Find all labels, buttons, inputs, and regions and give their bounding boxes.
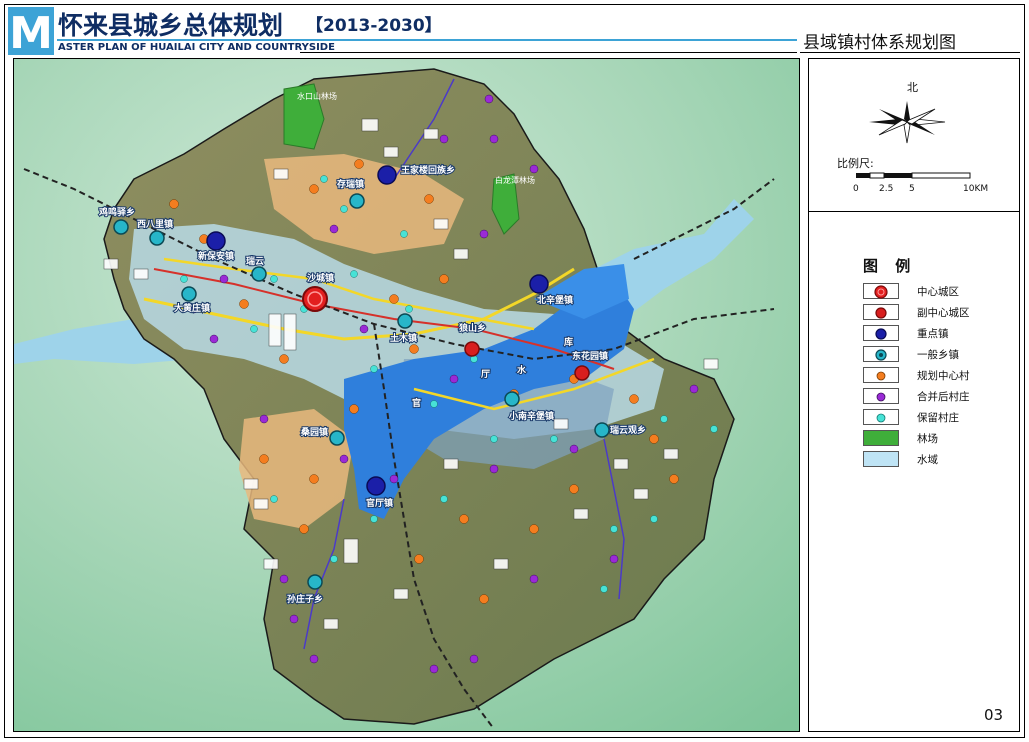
svg-text:M: M — [9, 8, 53, 55]
forest-label: 水口山林场 — [297, 91, 337, 101]
place-label: 北辛堡镇 — [537, 294, 573, 306]
town-tumu — [397, 313, 413, 329]
town-ruiyun — [251, 266, 267, 282]
place-label: 土木镇 — [390, 332, 417, 344]
legend-swatch — [863, 304, 899, 320]
scale-tick: 5 — [909, 184, 915, 194]
town-sunzhuangzi — [307, 574, 323, 590]
town-cunrui — [349, 193, 365, 209]
legend-swatch — [863, 283, 899, 299]
water-label: 水 — [517, 364, 527, 376]
legend-item-water: 水域 — [863, 451, 1013, 469]
key-town-beixinbao — [529, 274, 549, 294]
place-label: 瑞云观乡 — [610, 424, 646, 436]
town-jimingyi — [113, 219, 129, 235]
scale-tick: 0 — [853, 184, 859, 194]
key-town-xinbaoan — [206, 231, 226, 251]
central-city-marker — [302, 286, 328, 312]
town-xiaonanxinbao — [504, 391, 520, 407]
water-label: 库 — [564, 336, 573, 348]
legend-item-retained-village: 保留村庄 — [863, 409, 1013, 427]
sub-centre-langshan — [464, 341, 480, 357]
county-map: 沙城镇 新保安镇 土木镇 北辛堡镇 东花园镇 狼山乡 存瑞镇 小南辛堡镇 瑞云观… — [13, 58, 800, 732]
legend-title: 图 例 — [863, 257, 917, 275]
legend-item-planned-village: 规划中心村 — [863, 367, 1013, 385]
legend-swatch — [863, 409, 899, 425]
north-label: 北 — [907, 81, 918, 94]
legend-label: 林场 — [917, 433, 938, 445]
place-label: 官厅镇 — [366, 497, 393, 509]
legend-swatch — [863, 367, 899, 383]
legend-swatch — [863, 451, 899, 467]
water-label: 官 — [412, 397, 421, 409]
legend-item-forest: 林场 — [863, 430, 1013, 448]
map-title-years: 【2013-2030】 — [306, 16, 442, 36]
place-label: 鸡鸣驿乡 — [98, 206, 135, 218]
place-label: 沙城镇 — [307, 272, 334, 284]
legend-item-sub-centre: 副中心城区 — [863, 304, 1013, 322]
place-label: 小南辛堡镇 — [508, 410, 554, 422]
place-label: 王家楼回族乡 — [401, 164, 455, 176]
scale-tick: 10KM — [963, 184, 989, 194]
legend-label: 规划中心村 — [917, 370, 970, 382]
place-label: 桑园镇 — [300, 426, 328, 438]
place-label: 新保安镇 — [198, 250, 234, 262]
header-rule-bottom — [300, 52, 797, 53]
legend-label: 一般乡镇 — [917, 349, 959, 361]
legend-label: 副中心城区 — [917, 307, 970, 319]
place-label: 狼山乡 — [459, 322, 486, 334]
key-town-wangjialou — [377, 165, 397, 185]
place-label: 瑞云 — [246, 255, 264, 267]
logo-m-icon: M — [8, 7, 54, 55]
legend-label: 水域 — [917, 454, 938, 466]
legend-swatch — [863, 430, 899, 446]
legend-item-merged-village: 合并后村庄 — [863, 388, 1013, 406]
town-dahuangzhuang — [181, 286, 197, 302]
legend-swatch — [863, 346, 899, 362]
forest-label: 白龙潭林场 — [495, 175, 535, 185]
place-label: 存瑞镇 — [337, 178, 364, 190]
scale-bar-icon — [856, 172, 971, 179]
legend-item-general-town: 一般乡镇 — [863, 346, 1013, 364]
legend-item-central-city: 中心城区 — [863, 283, 1013, 301]
compass-rose-icon — [869, 101, 946, 144]
place-label: 东花园镇 — [572, 350, 608, 362]
map-title: 怀来县城乡总体规划 — [58, 11, 284, 40]
header-rule — [57, 39, 797, 41]
map-title-english: ASTER PLAN OF HUAILAI CITY AND COUNTRYSI… — [58, 42, 335, 53]
legend-label: 重点镇 — [917, 328, 949, 340]
legend-panel: 北 比例尺: 0 2.5 5 10KM 图 例 中心城区 副中心城区 重点镇 一… — [808, 58, 1020, 732]
place-label: 孙庄子乡 — [287, 593, 323, 605]
key-town-guanting — [366, 476, 386, 496]
legend-label: 保留村庄 — [917, 412, 959, 424]
sub-centre-donghuayuan — [574, 365, 590, 381]
subtitle-rule — [800, 52, 1020, 53]
scale-label: 比例尺: — [837, 157, 874, 170]
water-label: 厅 — [481, 369, 490, 380]
scale-tick: 2.5 — [879, 184, 894, 194]
legend-swatch — [863, 325, 899, 341]
place-label: 大黄庄镇 — [174, 302, 210, 314]
page-number: 03 — [984, 706, 1004, 724]
compass-scale-box: 北 比例尺: 0 2.5 5 10KM — [809, 59, 1019, 212]
legend-item-key-town: 重点镇 — [863, 325, 1013, 343]
place-label: 西八里镇 — [137, 218, 173, 230]
legend-label: 合并后村庄 — [917, 391, 970, 403]
legend-swatch — [863, 388, 899, 404]
legend-label: 中心城区 — [917, 286, 959, 298]
map-subtitle: 县域镇村体系规划图 — [803, 33, 956, 53]
town-sangyuan — [329, 430, 345, 446]
town-ruiyunguan — [594, 422, 610, 438]
town-xibali — [149, 230, 165, 246]
